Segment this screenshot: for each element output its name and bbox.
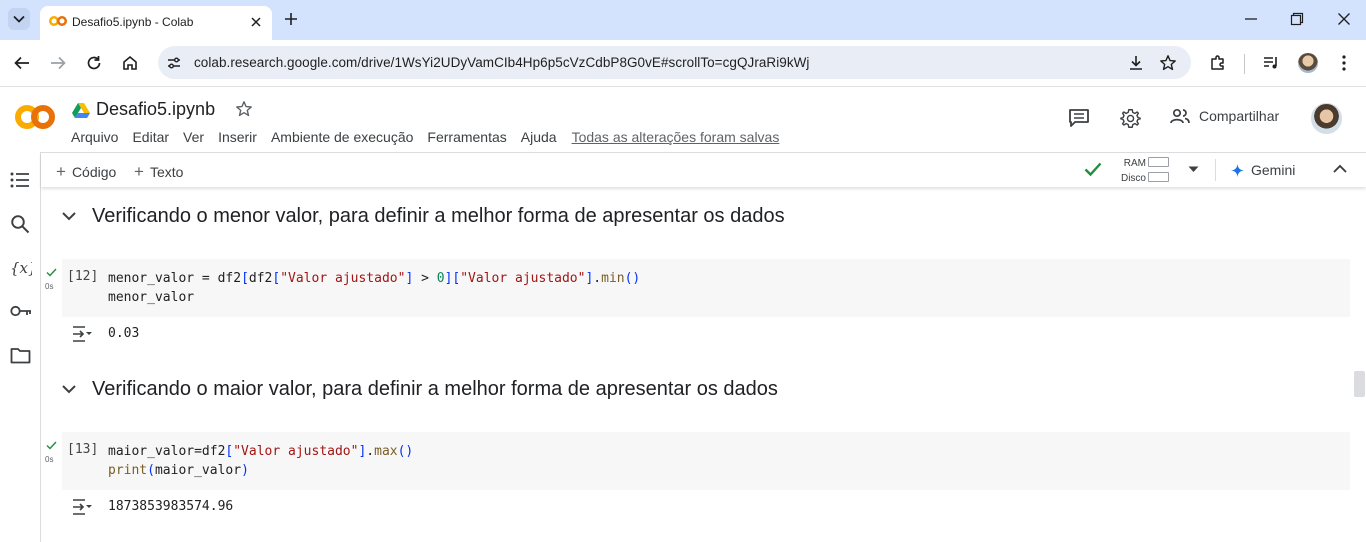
back-icon[interactable] [13, 54, 31, 72]
execution-count[interactable]: [12] [67, 269, 98, 284]
home-icon[interactable] [121, 54, 139, 72]
notebook-title[interactable]: Desafio5.ipynb [96, 99, 215, 120]
gemini-button[interactable]: Gemini [1231, 162, 1295, 178]
save-status-link[interactable]: Todas as alterações foram salvas [572, 129, 780, 145]
code-cell[interactable]: [12] menor_valor = df2[df2["Valor ajusta… [62, 259, 1350, 317]
scrollbar-thumb[interactable] [1354, 371, 1365, 397]
secrets-key-icon[interactable] [10, 304, 32, 318]
settings-gear-icon[interactable] [1120, 108, 1141, 129]
people-icon [1170, 108, 1190, 124]
disk-label: Disco [1120, 173, 1146, 184]
menu-editar[interactable]: Editar [132, 129, 169, 145]
section-title: Verificando o maior valor, para definir … [92, 378, 778, 400]
resource-labels[interactable]: RAM Disco [1116, 156, 1146, 186]
menu-arquivo[interactable]: Arquivo [71, 129, 118, 145]
execution-count[interactable]: [13] [67, 442, 98, 457]
menu-bar: Arquivo Editar Ver Inserir Ambiente de e… [71, 129, 793, 145]
browser-tab-active[interactable]: Desafio5.ipynb - Colab [40, 6, 272, 40]
menu-inserir[interactable]: Inserir [218, 129, 257, 145]
share-label: Compartilhar [1199, 108, 1280, 124]
menu-ambiente-de-execucao[interactable]: Ambiente de execução [271, 129, 413, 145]
chevron-down-icon[interactable] [62, 385, 76, 394]
output-actions-icon[interactable] [71, 498, 93, 516]
toolbar-divider [1244, 54, 1245, 74]
cell-output: 1873853983574.96 [108, 499, 234, 514]
ram-label: RAM [1123, 158, 1146, 169]
ram-usage-bar [1148, 157, 1169, 167]
search-icon[interactable] [10, 214, 30, 234]
tab-search-button[interactable] [8, 8, 30, 30]
bookmark-star-icon[interactable] [1159, 54, 1177, 72]
notebook-toolbar: + Código + Texto RAM Disco Gemini [41, 152, 1366, 187]
more-vert-icon[interactable] [1336, 54, 1352, 72]
minimize-icon[interactable] [1244, 12, 1258, 26]
cell-success-check-icon [46, 268, 57, 277]
section-heading[interactable]: Verificando o maior valor, para definir … [62, 378, 778, 401]
share-button[interactable]: Compartilhar [1170, 108, 1279, 124]
gemini-label: Gemini [1251, 162, 1296, 178]
address-bar[interactable]: colab.research.google.com/drive/1WsYi2UD… [158, 46, 1191, 79]
user-avatar[interactable] [1311, 103, 1342, 134]
chevron-down-icon [13, 15, 25, 23]
files-folder-icon[interactable] [10, 347, 31, 364]
gemini-sparkle-icon [1231, 163, 1244, 177]
browser-profile-avatar[interactable] [1298, 53, 1318, 73]
left-sidebar: {x} [0, 152, 41, 542]
cell-run-time: 0s [45, 282, 54, 291]
close-tab-icon[interactable] [248, 14, 264, 30]
browser-toolbar: colab.research.google.com/drive/1WsYi2UD… [0, 40, 1366, 87]
code-cell[interactable]: [13] maior_valor=df2["Valor ajustado"].m… [62, 432, 1350, 490]
add-text-label: Texto [149, 164, 184, 180]
connected-check-icon [1084, 162, 1102, 177]
tab-title: Desafio5.ipynb - Colab [72, 15, 194, 29]
forward-icon[interactable] [49, 54, 67, 72]
output-actions-icon[interactable] [71, 325, 93, 343]
section-heading[interactable]: Verificando o menor valor, para definir … [62, 205, 785, 228]
menu-ver[interactable]: Ver [183, 129, 204, 145]
svg-text:{x}: {x} [10, 259, 32, 277]
google-drive-icon [72, 102, 90, 118]
colab-logo[interactable] [15, 104, 55, 130]
star-notebook-icon[interactable] [235, 100, 253, 118]
notebook-title-row: Desafio5.ipynb [72, 99, 215, 120]
comment-icon[interactable] [1068, 108, 1090, 128]
add-text-button[interactable]: + Texto [134, 162, 183, 182]
menu-ferramentas[interactable]: Ferramentas [427, 129, 506, 145]
chevron-down-icon[interactable] [62, 212, 76, 221]
reload-icon[interactable] [85, 54, 103, 72]
colab-favicon-icon [49, 16, 67, 26]
toolbar-divider [1215, 159, 1216, 181]
cell-success-check-icon [46, 441, 57, 450]
runtime-dropdown-icon[interactable] [1188, 166, 1199, 173]
section-title: Verificando o menor valor, para definir … [92, 205, 785, 227]
collapse-header-icon[interactable] [1333, 164, 1347, 173]
browser-tab-strip: Desafio5.ipynb - Colab [0, 0, 1366, 40]
plus-icon: + [56, 162, 66, 181]
new-tab-icon[interactable] [283, 11, 299, 27]
plus-icon: + [134, 162, 144, 181]
close-window-icon[interactable] [1337, 12, 1351, 26]
code-editor[interactable]: maior_valor=df2["Valor ajustado"].max() … [108, 442, 413, 480]
restore-icon[interactable] [1290, 12, 1304, 26]
cell-run-time: 0s [45, 455, 54, 464]
cell-output: 0.03 [108, 326, 140, 341]
code-editor[interactable]: menor_valor = df2[df2["Valor ajustado"] … [108, 269, 640, 307]
variables-icon[interactable]: {x} [10, 258, 32, 278]
disk-usage-bar [1148, 172, 1169, 182]
media-control-icon[interactable] [1262, 54, 1280, 72]
url-text: colab.research.google.com/drive/1WsYi2UD… [194, 55, 810, 70]
add-code-button[interactable]: + Código [56, 162, 116, 182]
download-icon[interactable] [1127, 54, 1145, 72]
table-of-contents-icon[interactable] [10, 172, 30, 188]
menu-ajuda[interactable]: Ajuda [521, 129, 557, 145]
add-code-label: Código [71, 164, 117, 180]
site-settings-icon[interactable] [166, 55, 182, 71]
extensions-icon[interactable] [1209, 54, 1227, 72]
